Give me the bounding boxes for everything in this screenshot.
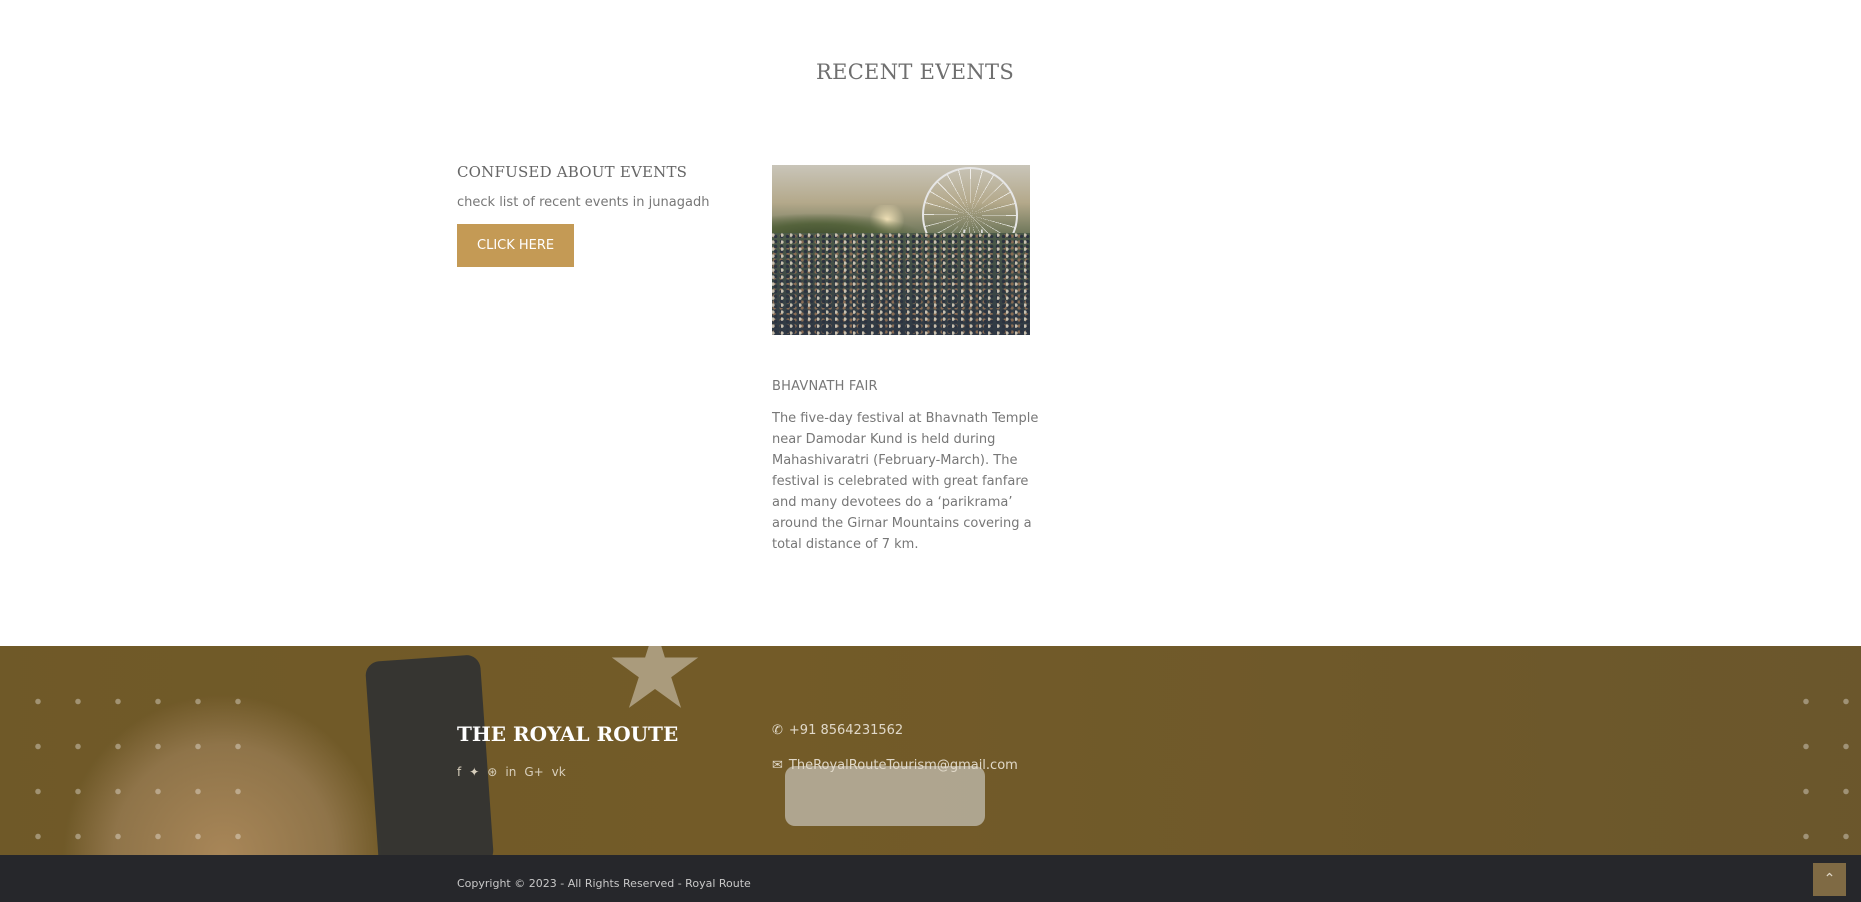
event-card: BHAVNATH FAIR The five-day festival at B… xyxy=(772,165,1052,555)
promo-text: check list of recent events in junagadh xyxy=(457,195,710,210)
section-title: RECENT EVENTS xyxy=(815,60,1015,84)
footer-bottle-image xyxy=(785,766,985,826)
event-title[interactable]: BHAVNATH FAIR xyxy=(772,379,1052,394)
copyright-text: Copyright © 2023 - All Rights Reserved -… xyxy=(457,877,751,890)
promo-heading: CONFUSED ABOUT EVENTS xyxy=(457,163,688,181)
phone-icon: ✆ xyxy=(772,723,783,738)
click-here-button[interactable]: CLICK HERE xyxy=(457,224,575,267)
vk-icon[interactable]: vk xyxy=(552,765,566,779)
twitter-icon[interactable]: ✦ xyxy=(469,765,479,779)
dribbble-icon[interactable]: ⊛ xyxy=(487,765,497,779)
social-links: f ✦ ⊛ in G+ vk xyxy=(457,765,566,779)
email-address: TheRoyalRouteTourism@gmail.com xyxy=(788,758,1018,773)
back-to-top-button[interactable]: ⌃ xyxy=(1813,863,1846,896)
footer-dots-left xyxy=(18,679,258,855)
event-photo[interactable] xyxy=(772,165,1030,335)
phone-number: +91 8564231562 xyxy=(788,723,904,738)
photo-crowd xyxy=(772,233,1030,335)
footer-dots-right xyxy=(1786,679,1861,855)
facebook-icon[interactable]: f xyxy=(457,765,461,779)
envelope-icon: ✉ xyxy=(772,758,783,773)
footer-phone-image xyxy=(364,654,495,855)
google-plus-icon[interactable]: G+ xyxy=(524,765,543,779)
footer-phone[interactable]: ✆ +91 8564231562 xyxy=(772,723,903,738)
chevron-up-icon: ⌃ xyxy=(1823,871,1836,887)
footer-brand: THE ROYAL ROUTE xyxy=(457,722,679,746)
events-promo: CONFUSED ABOUT EVENTS check list of rece… xyxy=(457,163,727,267)
copyright-bar: Copyright © 2023 - All Rights Reserved -… xyxy=(0,855,1861,902)
footer: THE ROYAL ROUTE f ✦ ⊛ in G+ vk ✆ +91 8564… xyxy=(0,646,1861,855)
footer-email[interactable]: ✉ TheRoyalRouteTourism@gmail.com xyxy=(772,758,1018,773)
event-description: The five-day festival at Bhavnath Temple… xyxy=(772,411,1039,552)
linkedin-icon[interactable]: in xyxy=(505,765,516,779)
